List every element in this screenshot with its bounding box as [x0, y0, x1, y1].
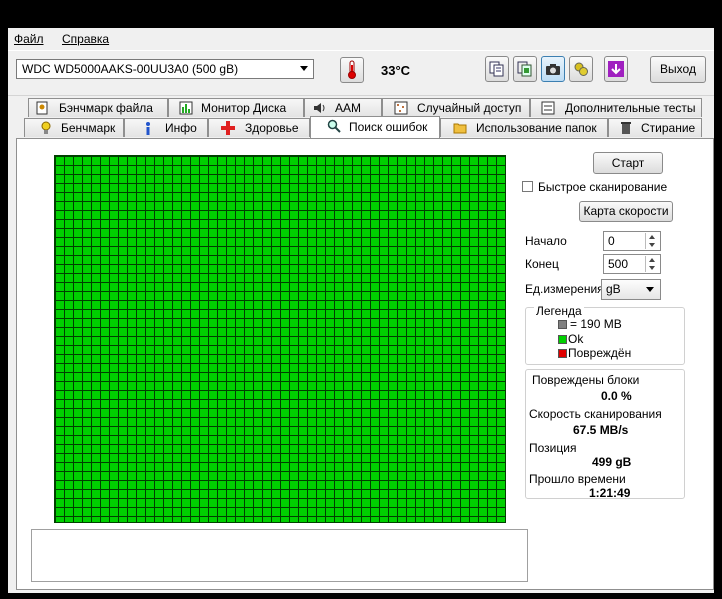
trash-icon: [621, 122, 631, 134]
spinner-arrows-icon[interactable]: [645, 256, 659, 272]
temperature-button[interactable]: [340, 57, 364, 83]
settings-tools-icon: [574, 62, 588, 76]
settings-button[interactable]: [569, 56, 593, 82]
unit-select[interactable]: gB: [601, 279, 661, 300]
start-field-value: 0: [608, 234, 615, 248]
exit-button[interactable]: Выход: [650, 56, 706, 83]
tab-erase[interactable]: Стирание: [608, 118, 702, 137]
download-arrow-icon: [608, 61, 624, 77]
magnifier-icon: [327, 119, 341, 133]
start-button[interactable]: Старт: [593, 152, 663, 174]
benchmark-bulb-icon: [41, 121, 51, 134]
position-label: Позиция: [529, 441, 577, 455]
unit-select-value: gB: [606, 282, 621, 296]
tab-label: Бенчмарк: [61, 121, 116, 135]
end-field-value: 500: [608, 257, 629, 271]
info-icon: [146, 122, 150, 135]
tab-info[interactable]: Инфо: [124, 118, 208, 137]
tab-label: Дополнительные тесты: [565, 101, 696, 115]
speed-map-button[interactable]: Карта скорости: [579, 201, 673, 222]
tab-disk-monitor[interactable]: Монитор Диска: [168, 98, 304, 117]
tab-label: Бэнчмарк файла: [59, 101, 153, 115]
speaker-icon: [314, 103, 325, 113]
position-value: 499 gB: [592, 455, 632, 469]
toolbar: WDC WD5000AAKS-00UU3A0 (500 gB) 33°C Вых…: [8, 50, 714, 96]
tab-label: Монитор Диска: [201, 101, 287, 115]
menu-help[interactable]: Справка: [62, 32, 109, 46]
copy-text-icon: [489, 61, 504, 77]
tab-benchmark[interactable]: Бенчмарк: [24, 118, 124, 137]
drive-select-value: WDC WD5000AAKS-00UU3A0 (500 gB): [22, 62, 239, 76]
tab-file-benchmark[interactable]: Бэнчмарк файла: [28, 98, 168, 117]
tab-health[interactable]: Здоровье: [208, 118, 310, 137]
quick-scan-label: Быстрое сканирование: [538, 180, 668, 194]
scan-speed-label: Скорость сканирования: [529, 407, 662, 421]
tab-label: Использование папок: [476, 121, 597, 135]
scan-log-box: [31, 529, 528, 582]
scan-block-grid: [54, 155, 506, 523]
save-download-button[interactable]: [604, 56, 628, 82]
tab-aam[interactable]: AAM: [304, 98, 382, 117]
legend-block-size: = 190 MB: [570, 317, 622, 331]
elapsed-value: 1:21:49: [589, 486, 631, 500]
screenshot-camera-icon: [546, 64, 560, 75]
end-field[interactable]: 500: [603, 254, 661, 274]
drive-select[interactable]: WDC WD5000AAKS-00UU3A0 (500 gB): [16, 59, 314, 79]
tab-label: Поиск ошибок: [349, 120, 428, 134]
tab-folder-usage[interactable]: Использование папок: [440, 118, 608, 137]
tab-label: AAM: [335, 101, 362, 115]
damaged-blocks-label: Повреждены блоки: [532, 373, 640, 387]
legend-title: Легенда: [534, 304, 584, 318]
legend-group: Легенда = 190 MB Ok Повреждён: [525, 304, 685, 365]
tab-random-access[interactable]: Случайный доступ: [382, 98, 530, 117]
legend-ok-swatch: [558, 335, 567, 344]
random-access-icon: [394, 101, 408, 115]
tab-label: Случайный доступ: [417, 101, 522, 115]
screenshot-button[interactable]: [541, 56, 565, 82]
spinner-arrows-icon[interactable]: [645, 233, 659, 249]
unit-label: Ед.измерения: [525, 282, 604, 296]
copy-info-button[interactable]: [513, 56, 537, 82]
stats-group: Повреждены блоки 0.0 % Скорость сканиров…: [525, 369, 685, 500]
error-scan-panel: Старт Быстрое сканирование Карта скорост…: [16, 138, 714, 590]
start-field-label: Начало: [525, 234, 567, 248]
copy-text-button[interactable]: [485, 56, 509, 82]
tab-label: Инфо: [165, 121, 197, 135]
legend-damaged-swatch: [558, 349, 567, 358]
start-field[interactable]: 0: [603, 231, 661, 251]
menu-file[interactable]: Файл: [14, 32, 44, 46]
disk-monitor-icon: [179, 101, 193, 115]
health-cross-icon: [221, 121, 235, 135]
app-window: Файл Справка WDC WD5000AAKS-00UU3A0 (500…: [8, 28, 714, 593]
legend-ok-label: Ok: [568, 332, 584, 346]
extra-tests-icon: [541, 101, 555, 115]
tab-extra-tests[interactable]: Дополнительные тесты: [530, 98, 702, 117]
legend-damaged-label: Повреждён: [568, 346, 632, 360]
temperature-value: 33°C: [381, 63, 411, 78]
tab-label: Стирание: [641, 121, 696, 135]
file-benchmark-icon: [36, 101, 48, 115]
chevron-down-icon: [300, 66, 308, 71]
tab-error-scan[interactable]: Поиск ошибок: [310, 116, 440, 138]
legend-block-swatch: [558, 320, 567, 329]
chevron-down-icon: [646, 287, 654, 292]
tab-label: Здоровье: [245, 121, 299, 135]
quick-scan-checkbox[interactable]: [522, 181, 533, 192]
folder-icon: [453, 123, 467, 134]
thermometer-icon: [348, 60, 356, 79]
elapsed-label: Прошло времени: [529, 472, 626, 486]
end-field-label: Конец: [525, 257, 559, 271]
copy-info-icon: [517, 61, 532, 77]
damaged-blocks-value: 0.0 %: [601, 389, 632, 403]
menu-bar: Файл Справка: [8, 28, 714, 50]
scan-speed-value: 67.5 MB/s: [573, 423, 629, 437]
